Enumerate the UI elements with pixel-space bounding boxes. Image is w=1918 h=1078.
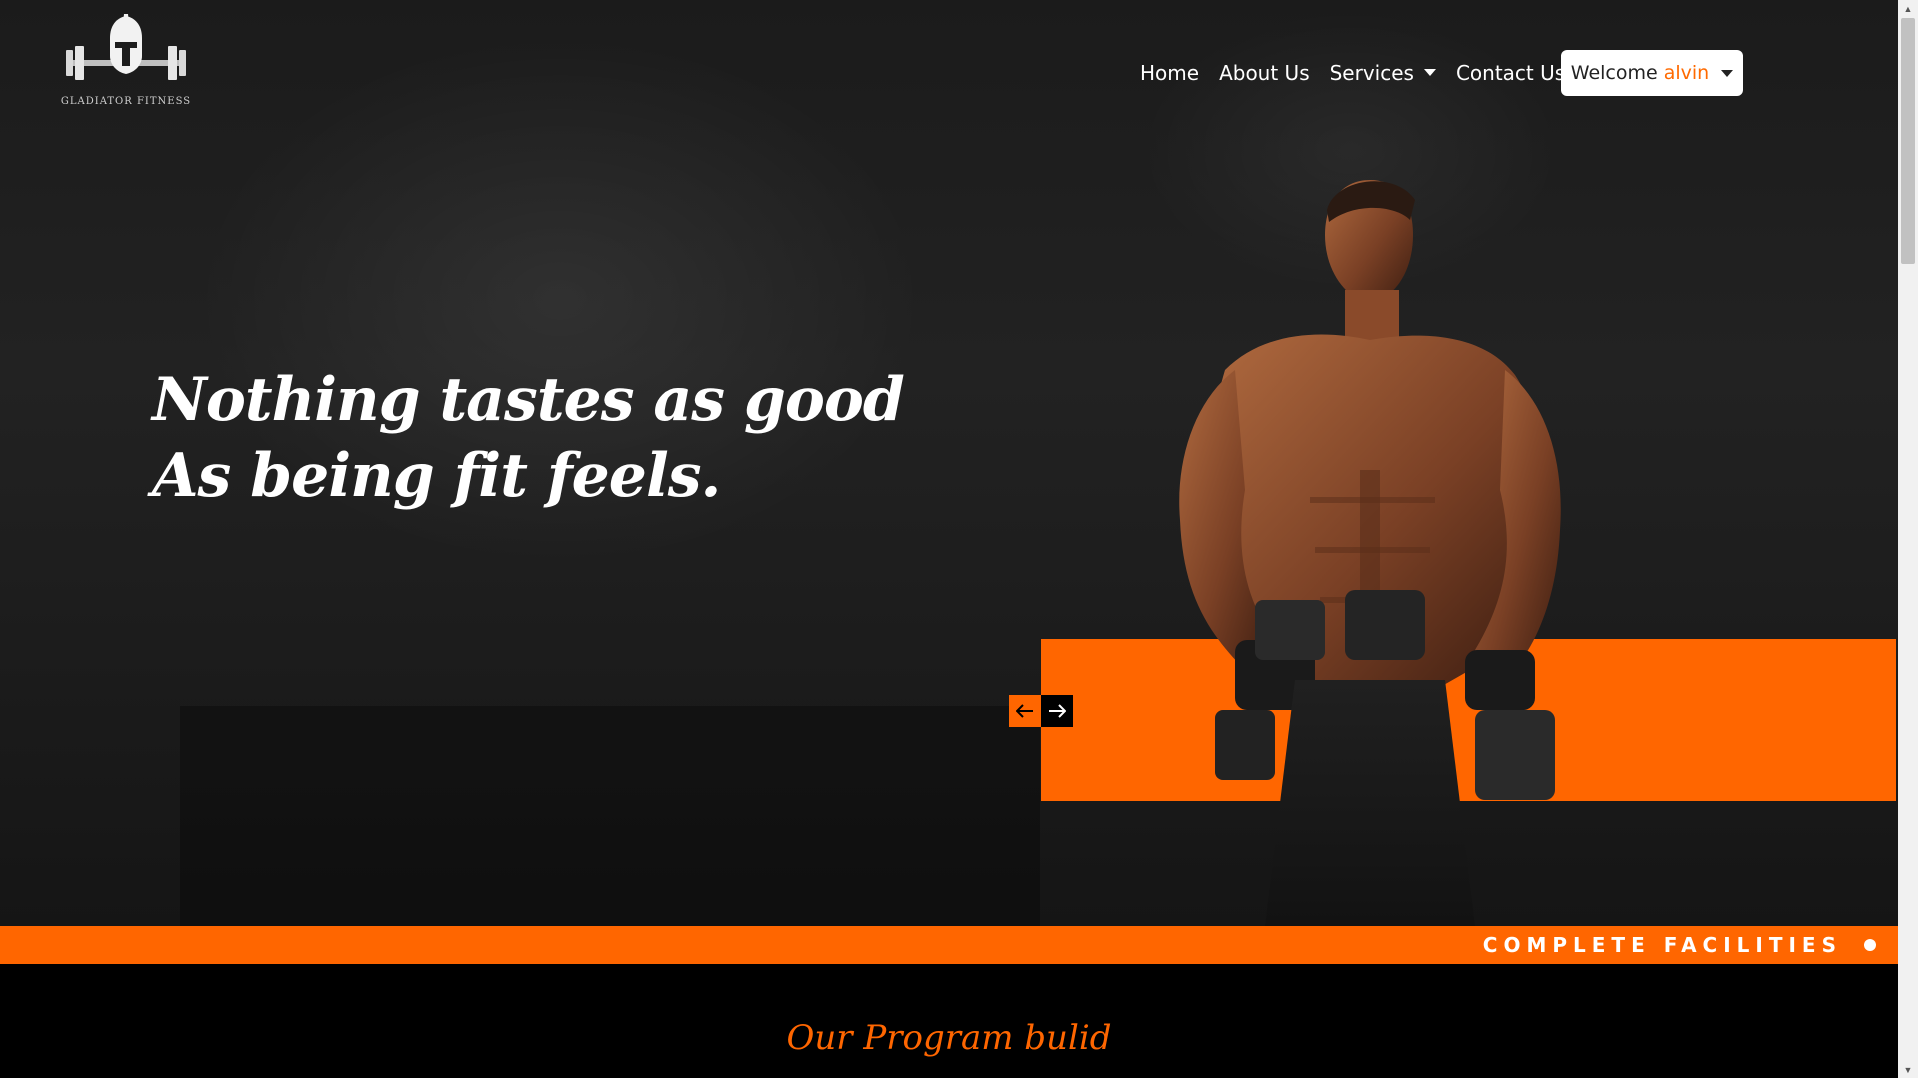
hero-section: GLADIATOR FITNESS Home About Us Services… [0, 0, 1898, 926]
scroll-thumb[interactable] [1901, 18, 1915, 264]
nav-services[interactable]: Services [1330, 61, 1436, 85]
page-scrollbar[interactable]: ▲ ▼ [1898, 0, 1918, 1078]
gladiator-helmet-icon [66, 14, 186, 80]
headline-line-1: Nothing tastes as good [152, 365, 905, 435]
carousel-next-button[interactable] [1041, 695, 1073, 727]
hero-shade [180, 706, 1040, 926]
arrow-right-icon [1049, 704, 1066, 718]
caret-down-icon [1423, 69, 1436, 76]
nav-home[interactable]: Home [1140, 61, 1199, 85]
caret-down-icon [1721, 69, 1734, 77]
scroll-down-button[interactable]: ▼ [1898, 1061, 1918, 1078]
nav-about-us[interactable]: About Us [1219, 61, 1310, 85]
ticker-dot [1864, 939, 1876, 951]
brand-logo[interactable]: GLADIATOR FITNESS [58, 12, 194, 112]
nav-contact-us[interactable]: Contact Us [1456, 61, 1565, 85]
arrow-left-icon [1016, 704, 1033, 718]
nav-services-label: Services [1329, 61, 1414, 85]
hero-headline: Nothing tastes as good As being fit feel… [152, 362, 905, 514]
main-nav: Home About Us Services Contact Us [1140, 48, 1585, 98]
user-menu-button[interactable]: Welcome alvin [1561, 50, 1743, 96]
ticker-text: COMPLETE FACILITIES [1482, 933, 1842, 957]
welcome-label: Welcome [1570, 62, 1658, 84]
bodybuilder-image [1179, 180, 1561, 926]
program-section-title: Our Program bulid [786, 1018, 1112, 1058]
scroll-up-button[interactable]: ▲ [1898, 0, 1918, 17]
username: alvin [1663, 62, 1710, 84]
headline-line-2: As being fit feels. [152, 441, 721, 511]
carousel-prev-button[interactable] [1009, 695, 1041, 727]
logo-text: GLADIATOR FITNESS [60, 96, 192, 107]
facilities-ticker: COMPLETE FACILITIES [0, 926, 1898, 964]
